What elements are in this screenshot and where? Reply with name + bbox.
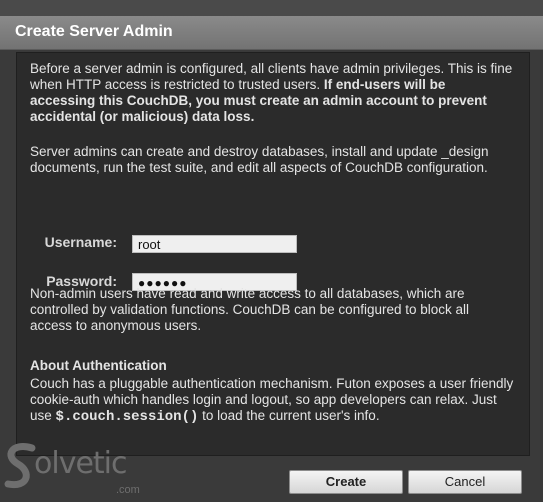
cancel-button[interactable]: Cancel (408, 470, 522, 494)
about-authentication-heading: About Authentication (30, 358, 167, 373)
background-top (0, 0, 543, 16)
about-authentication-paragraph: Couch has a pluggable authentication mec… (30, 376, 514, 425)
create-server-admin-dialog: Create Server Admin Before a server admi… (0, 16, 543, 502)
about-text-post: to load the current user's info. (202, 408, 380, 423)
intro-paragraph: Before a server admin is configured, all… (30, 61, 514, 125)
solvetic-watermark: olvetic .com (2, 438, 152, 502)
dialog-title-bar[interactable]: Create Server Admin (0, 16, 543, 50)
create-button[interactable]: Create (289, 470, 403, 494)
dialog-title: Create Server Admin (15, 23, 173, 40)
server-admins-paragraph: Server admins can create and destroy dat… (30, 144, 489, 175)
couch-session-code: $.couch.session() (55, 409, 199, 425)
username-input[interactable]: root (132, 235, 297, 253)
dialog-content-panel: Before a server admin is configured, all… (16, 52, 530, 456)
watermark-domain: .com (116, 484, 140, 496)
username-label: Username: (44, 234, 117, 250)
watermark-text: olvetic (34, 446, 127, 481)
non-admin-paragraph: Non-admin users have read and write acce… (30, 286, 470, 333)
